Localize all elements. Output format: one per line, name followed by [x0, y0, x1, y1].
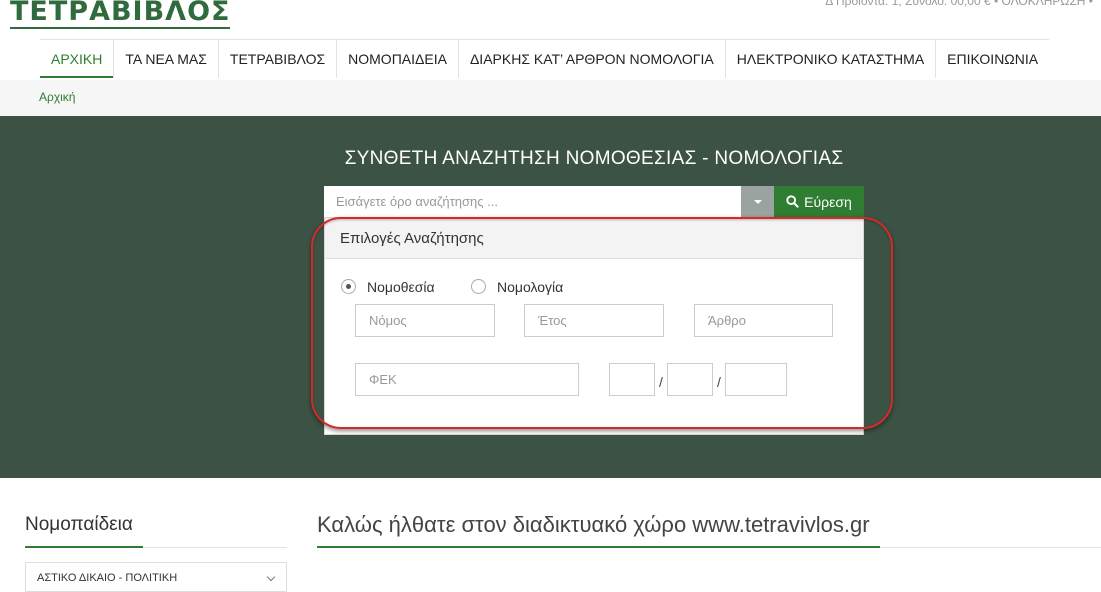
- caret-down-icon: [753, 199, 762, 204]
- radio-case-law-label[interactable]: Νομολογία: [497, 279, 563, 295]
- search-options-header: Επιλογές Αναζήτησης: [325, 218, 863, 259]
- sidebar-item[interactable]: ΑΣΤΙΚΟ ΔΙΚΑΙΟ - ΠΟΛΙΤΙΚΗ: [25, 562, 287, 592]
- nav-item-nomopaideia[interactable]: ΝΟΜΟΠΑΙΔΕΙΑ: [336, 40, 458, 78]
- law-number-input[interactable]: [355, 304, 495, 337]
- radio-case-law[interactable]: [471, 279, 486, 294]
- welcome-heading: Καλώς ήλθατε στον διαδικτυακό χώρο www.t…: [317, 512, 870, 537]
- nav-item-home[interactable]: ΑΡΧΙΚΗ: [40, 40, 114, 78]
- search-input[interactable]: [324, 186, 741, 217]
- chevron-down-icon: [266, 572, 276, 582]
- date-separator: /: [717, 374, 721, 390]
- site-logo[interactable]: ΤΕΤΡΑΒΙΒΛΟΣ: [10, 0, 230, 27]
- logo-underline: [10, 27, 230, 29]
- date-month-input[interactable]: [667, 363, 713, 396]
- nav-item-news[interactable]: ΤΑ ΝΕΑ ΜΑΣ: [113, 40, 218, 78]
- welcome-underline: [317, 546, 880, 548]
- search-icon: [786, 195, 799, 208]
- nav-item-eshop[interactable]: ΗΛΕΚΤΡΟΝΙΚΟ ΚΑΤΑΣΤΗΜΑ: [724, 40, 935, 78]
- nav-item-case-law[interactable]: ΔΙΑΡΚΗΣ ΚΑΤ’ ΑΡΘΡΟΝ ΝΟΜΟΛΟΓΙΑ: [457, 40, 725, 78]
- search-button[interactable]: Εύρεση: [774, 186, 864, 217]
- radio-legislation[interactable]: [341, 279, 356, 294]
- search-button-label: Εύρεση: [804, 193, 852, 210]
- article-input[interactable]: [694, 304, 833, 337]
- cart-summary[interactable]: Δ Προϊόντα: 1, Σύνολο: 00,00 € • ΟΛΟΚΛΗΡ…: [825, 0, 1093, 8]
- breadcrumb-home[interactable]: Αρχική: [39, 90, 75, 104]
- sidebar-title: Νομοπαίδεια: [25, 514, 133, 535]
- year-input[interactable]: [524, 304, 664, 337]
- date-year-input[interactable]: [725, 363, 787, 396]
- radio-legislation-label[interactable]: Νομοθεσία: [367, 279, 435, 295]
- breadcrumb-bar: [0, 80, 1101, 116]
- sidebar-title-underline: [25, 546, 143, 548]
- search-options-title: Επιλογές Αναζήτησης: [340, 230, 484, 247]
- search-title: ΣΥΝΘΕΤΗ ΑΝΑΖΗΤΗΣΗ ΝΟΜΟΘΕΣΙΑΣ - ΝΟΜΟΛΟΓΙΑ…: [344, 148, 844, 169]
- fek-input[interactable]: [355, 363, 579, 396]
- search-options-toggle[interactable]: [741, 186, 774, 217]
- main-nav: ΑΡΧΙΚΗ ΤΑ ΝΕΑ ΜΑΣ ΤΕΤΡΑΒΙΒΛΟΣ ΝΟΜΟΠΑΙΔΕΙ…: [40, 39, 1050, 81]
- nav-item-contact[interactable]: ΕΠΙΚΟΙΝΩΝΙΑ: [935, 40, 1049, 78]
- date-separator: /: [659, 374, 663, 390]
- nav-item-tetravivlos[interactable]: ΤΕΤΡΑΒΙΒΛΟΣ: [217, 40, 336, 78]
- search-options-panel: Επιλογές Αναζήτησης Νομοθεσία Νομολογία …: [324, 217, 864, 435]
- sidebar-item-label: ΑΣΤΙΚΟ ΔΙΚΑΙΟ - ΠΟΛΙΤΙΚΗ: [37, 572, 178, 584]
- date-day-input[interactable]: [609, 363, 655, 396]
